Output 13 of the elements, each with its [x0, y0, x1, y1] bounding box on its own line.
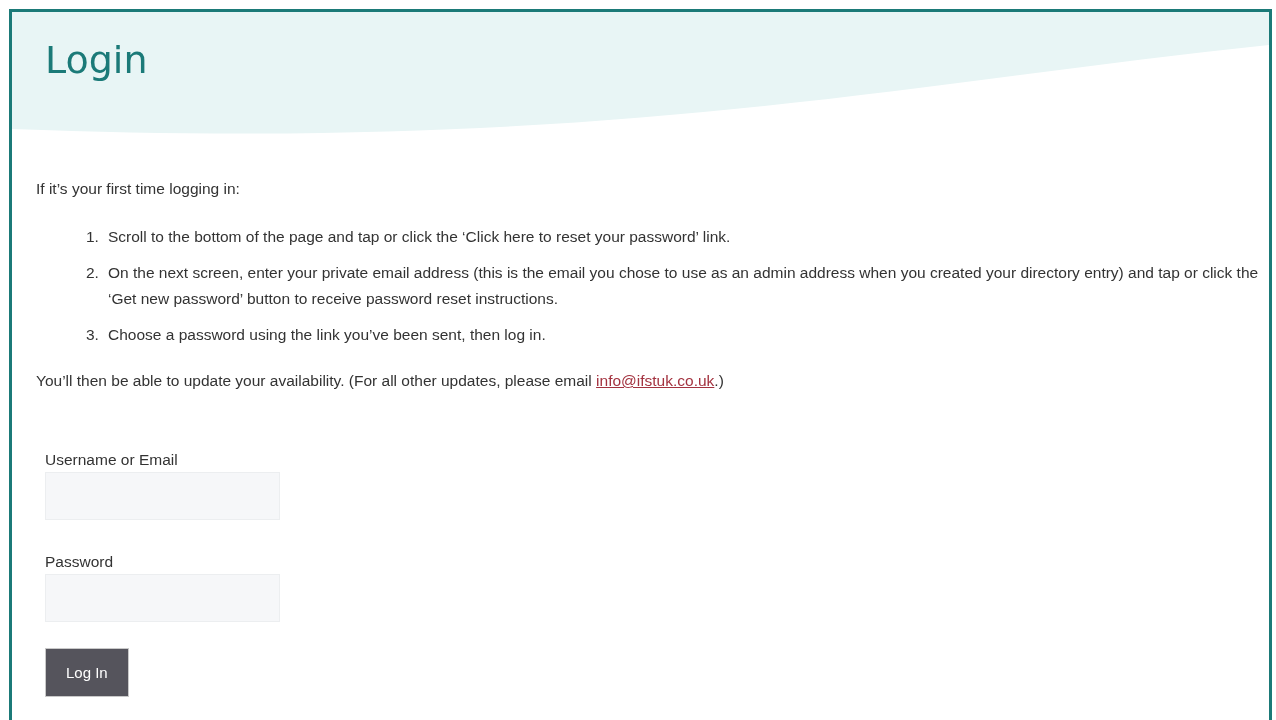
step-text: Choose a password using the link you’ve been sent, then log in. [108, 325, 546, 345]
field-label: Username or Email [45, 450, 178, 470]
step-text: On the next screen, enter your private email address (this is the email you chose to use as an admin address when you created your directory entry) and tap or click the ‘Get new password’ button to receive password reset instructions. [108, 263, 1259, 309]
note-text: You’ll then be able to update your availability. (For all other updates, please email info@ifstuk.co.uk.) [36, 371, 724, 391]
login-button[interactable]: Log In [45, 648, 129, 697]
step-text: Scroll to the bottom of the page and tap or click the ‘Click here to reset your password’ link. [108, 227, 731, 247]
page-title: Login [45, 38, 148, 82]
step-number: 2. [86, 263, 100, 283]
field-label: Password [45, 552, 114, 572]
intro-text: If it’s your first time logging in: [36, 179, 240, 199]
step-number: 3. [86, 325, 100, 345]
email-link[interactable]: info@ifstuk.co.uk [596, 372, 715, 389]
step-number: 1. [86, 227, 100, 247]
